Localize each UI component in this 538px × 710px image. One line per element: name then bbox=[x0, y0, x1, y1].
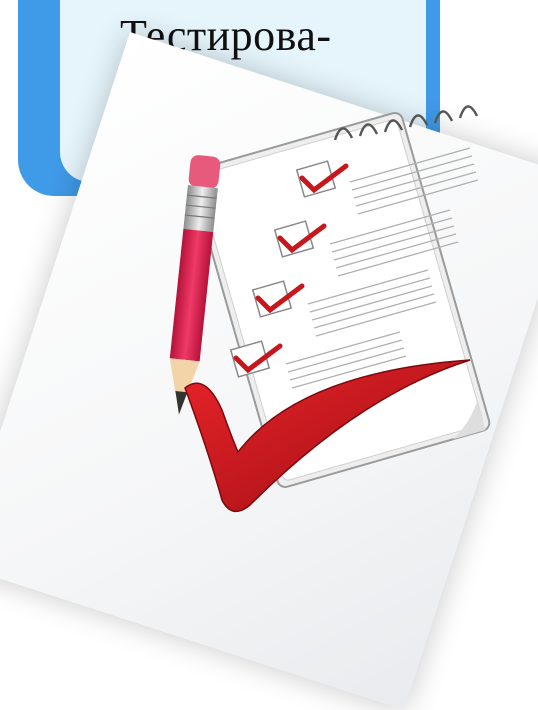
checklist-illustration bbox=[169, 105, 491, 513]
pencil-icon bbox=[169, 155, 221, 415]
